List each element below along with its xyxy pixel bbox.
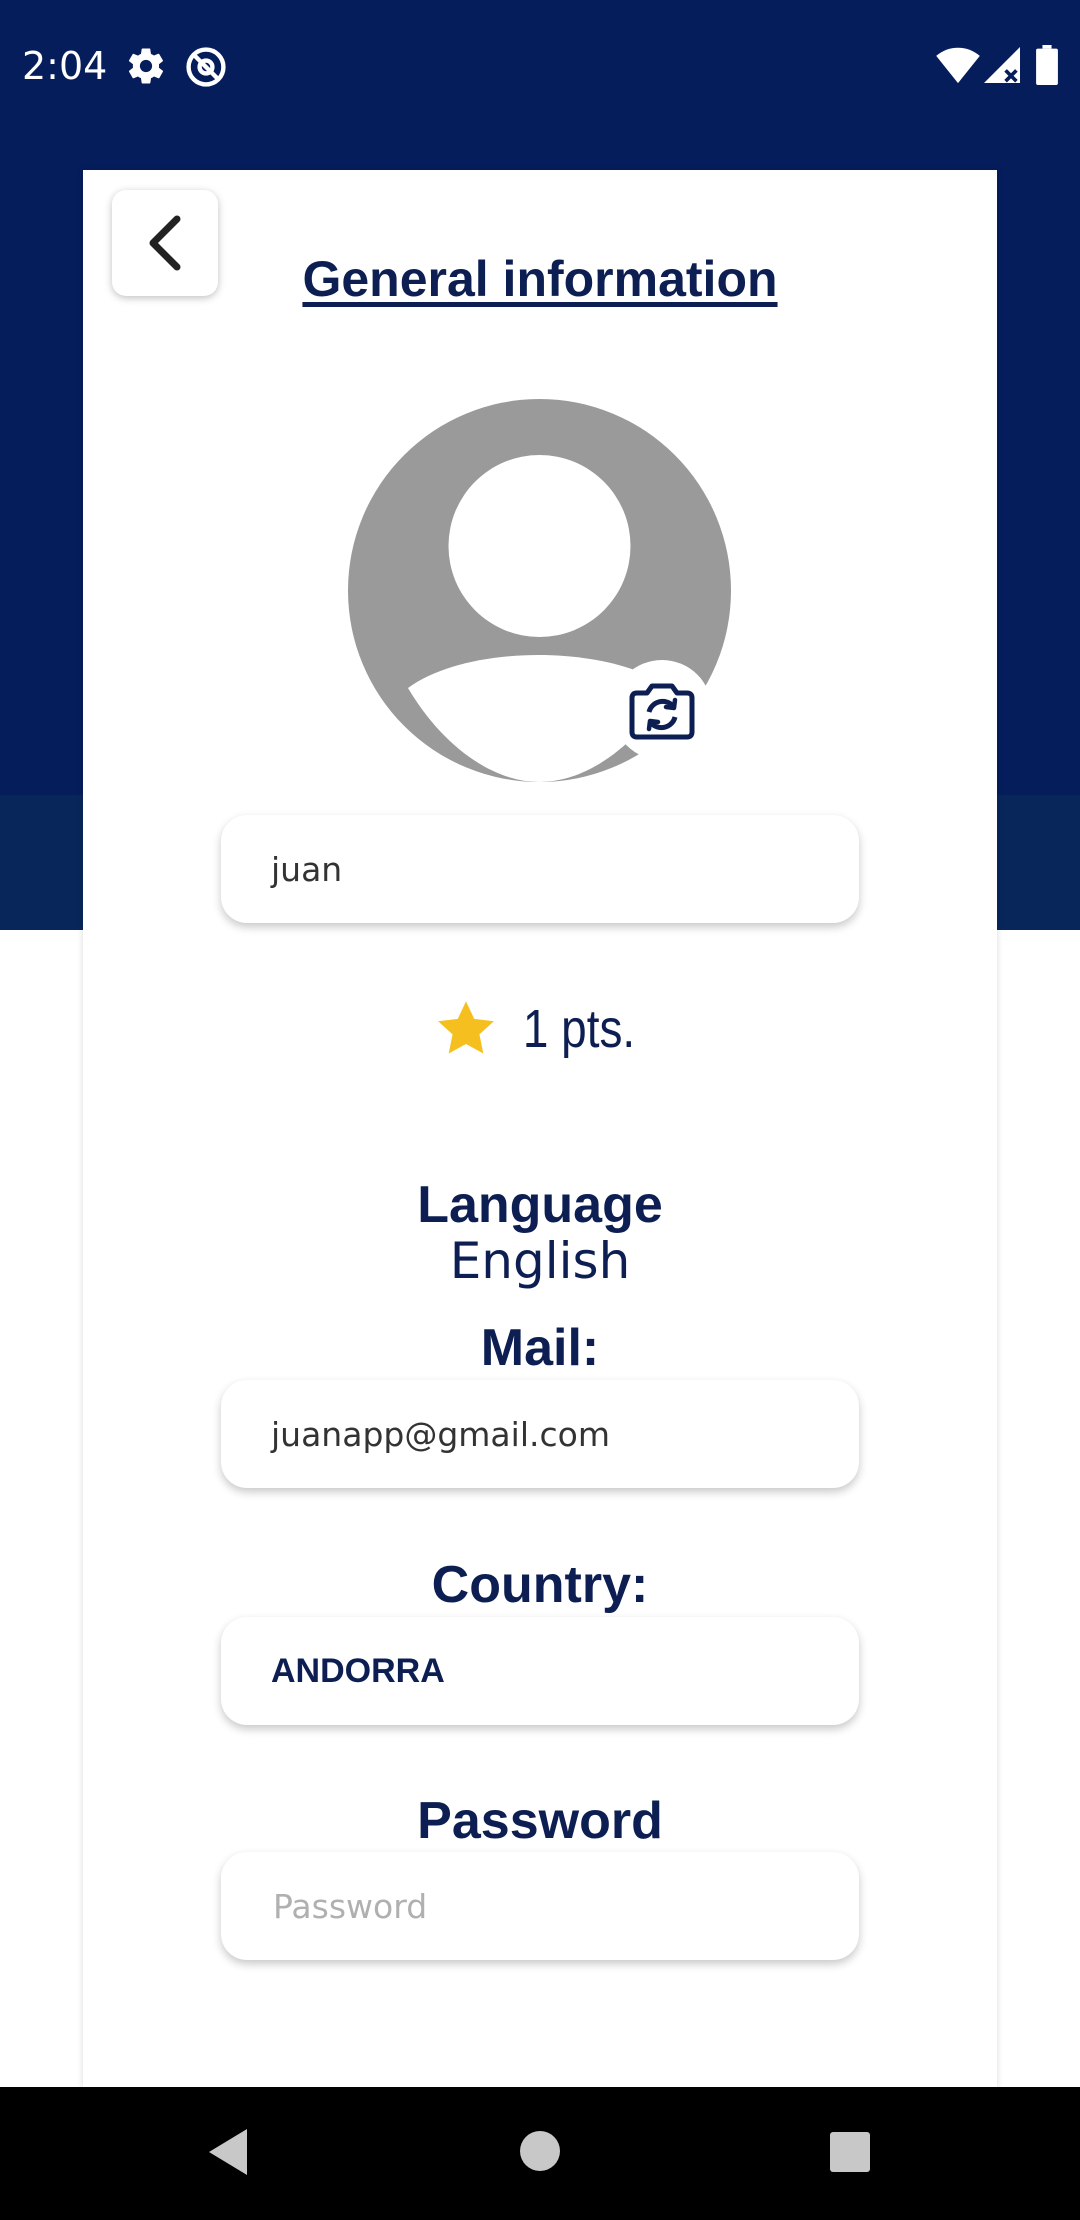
recents-square-icon[interactable] xyxy=(829,2131,871,2173)
system-nav-bar xyxy=(0,2087,1080,2220)
status-time: 2:04 xyxy=(22,44,108,88)
camera-switch-icon[interactable] xyxy=(612,660,712,760)
password-input[interactable] xyxy=(271,1885,859,1927)
mail-label: Mail: xyxy=(480,1319,600,1377)
password-field-container xyxy=(221,1852,859,1960)
status-bar: 2:04 xyxy=(0,0,1080,135)
at-sign-icon xyxy=(186,47,226,87)
back-triangle-icon[interactable] xyxy=(205,2127,249,2177)
points-row: 1 pts. xyxy=(0,998,1080,1060)
password-label: Password xyxy=(417,1792,663,1850)
name-value: juan xyxy=(271,849,343,889)
page-title: General information xyxy=(302,251,778,307)
country-value: ANDORRA xyxy=(271,1651,445,1690)
name-field[interactable]: juan xyxy=(221,815,859,923)
points-text: 1 pts. xyxy=(522,999,636,1059)
language-value[interactable]: English xyxy=(0,1232,1080,1290)
home-circle-icon[interactable] xyxy=(519,2130,561,2172)
wifi-icon xyxy=(936,47,980,84)
language-label: Language xyxy=(417,1176,663,1234)
email-field[interactable]: juanapp@gmail.com xyxy=(221,1380,859,1488)
email-value: juanapp@gmail.com xyxy=(271,1414,610,1454)
signal-icon xyxy=(984,47,1020,83)
battery-icon xyxy=(1036,45,1058,85)
country-select[interactable]: ANDORRA xyxy=(221,1617,859,1725)
country-label: Country: xyxy=(431,1556,649,1614)
star-icon xyxy=(438,1001,494,1054)
gear-icon xyxy=(128,48,164,84)
